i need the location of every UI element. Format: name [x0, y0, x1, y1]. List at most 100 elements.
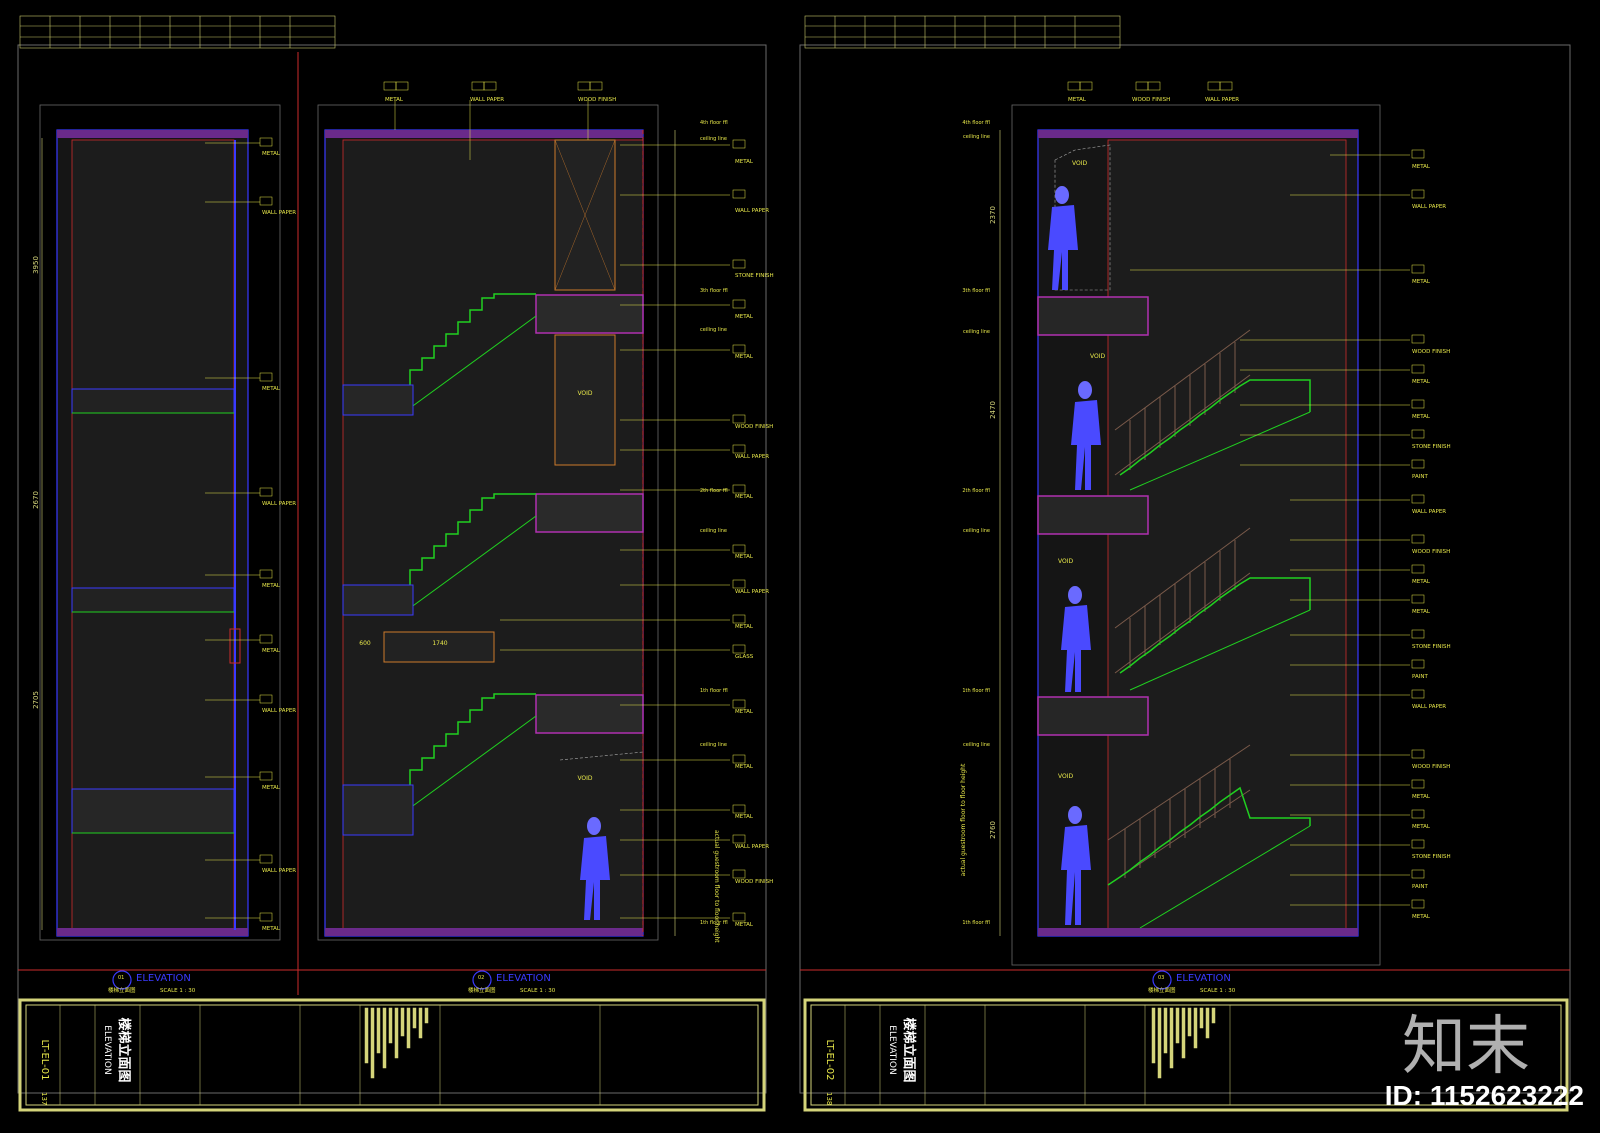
- svg-text:WALL PAPER: WALL PAPER: [1412, 509, 1446, 515]
- svg-text:WALL PAPER: WALL PAPER: [262, 708, 296, 714]
- svg-text:4th floor ffl: 4th floor ffl: [700, 120, 728, 126]
- svg-text:METAL: METAL: [1412, 579, 1431, 585]
- svg-text:ELEVATION: ELEVATION: [1176, 973, 1231, 984]
- svg-text:METAL: METAL: [735, 709, 754, 715]
- page-number: 138: [825, 1092, 833, 1105]
- level-tags-02: 4th floor ffl ceiling line 3th floor ffl…: [700, 120, 728, 926]
- svg-text:METAL: METAL: [1412, 824, 1431, 830]
- svg-text:3th floor ffl: 3th floor ffl: [700, 288, 728, 294]
- svg-text:GLASS: GLASS: [735, 654, 754, 660]
- svg-text:METAL: METAL: [1412, 279, 1431, 285]
- svg-text:楼梯立面图: 楼梯立面图: [1148, 986, 1176, 994]
- svg-text:METAL: METAL: [1412, 164, 1431, 170]
- svg-text:WALL PAPER: WALL PAPER: [735, 844, 769, 850]
- svg-text:PAINT: PAINT: [1412, 884, 1428, 890]
- svg-text:WALL PAPER: WALL PAPER: [1205, 97, 1239, 103]
- svg-text:4th floor ffl: 4th floor ffl: [962, 120, 990, 126]
- svg-text:2th floor ffl: 2th floor ffl: [700, 488, 728, 494]
- svg-text:02: 02: [478, 975, 484, 981]
- svg-text:METAL: METAL: [262, 785, 281, 791]
- dim-label: 1740: [432, 640, 447, 647]
- svg-text:WALL PAPER: WALL PAPER: [262, 868, 296, 874]
- svg-text:ceiling line: ceiling line: [700, 136, 727, 142]
- elevation-01: 3950 2670 2705 METAL WALL PAPER METAL WA…: [32, 104, 296, 941]
- svg-text:STONE FINISH: STONE FINISH: [1412, 854, 1451, 860]
- svg-text:METAL: METAL: [735, 554, 754, 560]
- svg-text:STONE FINISH: STONE FINISH: [1412, 644, 1451, 650]
- sheet-title-cn: 楼梯立面图: [901, 1017, 917, 1082]
- svg-text:STONE FINISH: STONE FINISH: [735, 273, 774, 279]
- svg-text:WALL PAPER: WALL PAPER: [1412, 704, 1446, 710]
- svg-text:WALL PAPER: WALL PAPER: [1412, 204, 1446, 210]
- revision-strip: [804, 15, 1121, 49]
- void-label: VOID: [1090, 353, 1105, 360]
- dim-label: 2705: [32, 691, 40, 709]
- svg-text:WALL PAPER: WALL PAPER: [470, 97, 504, 103]
- svg-text:1th floor ffl: 1th floor ffl: [962, 688, 990, 694]
- svg-text:METAL: METAL: [735, 624, 754, 630]
- svg-text:WOOD FINISH: WOOD FINISH: [1132, 97, 1170, 103]
- view-caption-03: 03 ELEVATION 楼梯立面图 SCALE 1 : 30: [800, 969, 1570, 994]
- elevation-03: VOID VOID VOID VOID 4th floor ffl ceilin…: [960, 81, 1451, 966]
- svg-text:METAL: METAL: [1412, 794, 1431, 800]
- svg-text:ELEVATION: ELEVATION: [496, 973, 551, 984]
- void-label: VOID: [1058, 773, 1073, 780]
- svg-text:SCALE 1 : 30: SCALE 1 : 30: [160, 988, 196, 994]
- void-label: VOID: [577, 775, 592, 782]
- drawing-sheet-1: 3950 2670 2705 METAL WALL PAPER METAL WA…: [17, 15, 774, 1112]
- svg-text:SCALE 1 : 30: SCALE 1 : 30: [1200, 988, 1236, 994]
- svg-text:3th floor ffl: 3th floor ffl: [962, 288, 990, 294]
- svg-text:METAL: METAL: [1068, 97, 1087, 103]
- svg-text:ceiling line: ceiling line: [700, 528, 727, 534]
- svg-text:ceiling line: ceiling line: [963, 528, 990, 534]
- svg-text:METAL: METAL: [735, 922, 754, 928]
- sheet-title-cn: 楼梯立面图: [116, 1017, 132, 1082]
- svg-text:METAL: METAL: [262, 386, 281, 392]
- svg-text:ceiling line: ceiling line: [700, 742, 727, 748]
- void-label: VOID: [1072, 160, 1087, 167]
- svg-text:WOOD FINISH: WOOD FINISH: [1412, 764, 1450, 770]
- svg-text:STONE FINISH: STONE FINISH: [1412, 444, 1451, 450]
- svg-text:WALL PAPER: WALL PAPER: [262, 501, 296, 507]
- svg-text:METAL: METAL: [1412, 609, 1431, 615]
- dim-label: 2470: [989, 401, 997, 419]
- sheet-number: LT-EL-01: [39, 1039, 50, 1080]
- vertical-note: actual guestroom floor to floor height: [713, 830, 720, 943]
- svg-text:METAL: METAL: [735, 159, 754, 165]
- svg-text:WALL PAPER: WALL PAPER: [735, 208, 769, 214]
- svg-text:ceiling line: ceiling line: [963, 742, 990, 748]
- svg-text:2th floor ffl: 2th floor ffl: [962, 488, 990, 494]
- svg-text:WOOD FINISH: WOOD FINISH: [1412, 349, 1450, 355]
- svg-text:WALL PAPER: WALL PAPER: [735, 454, 769, 460]
- svg-text:METAL: METAL: [262, 583, 281, 589]
- svg-text:1th floor ffl: 1th floor ffl: [962, 920, 990, 926]
- svg-text:ceiling line: ceiling line: [700, 327, 727, 333]
- dim-label: 2760: [989, 821, 997, 839]
- svg-text:楼梯立面图: 楼梯立面图: [108, 986, 136, 994]
- dim-label: 600: [359, 640, 371, 647]
- watermark-logo: 知末: [1402, 1010, 1530, 1084]
- svg-text:METAL: METAL: [1412, 914, 1431, 920]
- svg-text:SCALE 1 : 30: SCALE 1 : 30: [520, 988, 556, 994]
- sheet-title-en: ELEVATION: [887, 1025, 897, 1074]
- svg-text:METAL: METAL: [735, 494, 754, 500]
- dim-label: 2670: [32, 491, 40, 509]
- dim-label: 2370: [989, 206, 997, 224]
- svg-text:METAL: METAL: [385, 97, 404, 103]
- svg-text:01: 01: [118, 975, 124, 981]
- svg-text:WOOD FINISH: WOOD FINISH: [1412, 549, 1450, 555]
- revision-strip: [19, 15, 336, 49]
- svg-text:WOOD FINISH: WOOD FINISH: [735, 424, 773, 430]
- watermark-id: ID: 1152623222: [1384, 1080, 1584, 1111]
- svg-text:METAL: METAL: [735, 354, 754, 360]
- view-caption-02: 02 ELEVATION 楼梯立面图 SCALE 1 : 30: [248, 969, 766, 994]
- svg-text:METAL: METAL: [262, 151, 281, 157]
- svg-text:METAL: METAL: [1412, 414, 1431, 420]
- svg-text:METAL: METAL: [262, 648, 281, 654]
- view-caption-01: 01 ELEVATION 楼梯立面图 SCALE 1 : 30: [18, 969, 248, 994]
- svg-text:WOOD FINISH: WOOD FINISH: [578, 97, 616, 103]
- svg-text:ceiling line: ceiling line: [963, 329, 990, 335]
- svg-text:ELEVATION: ELEVATION: [136, 973, 191, 984]
- page-number: 137: [40, 1092, 48, 1105]
- void-label: VOID: [577, 390, 592, 397]
